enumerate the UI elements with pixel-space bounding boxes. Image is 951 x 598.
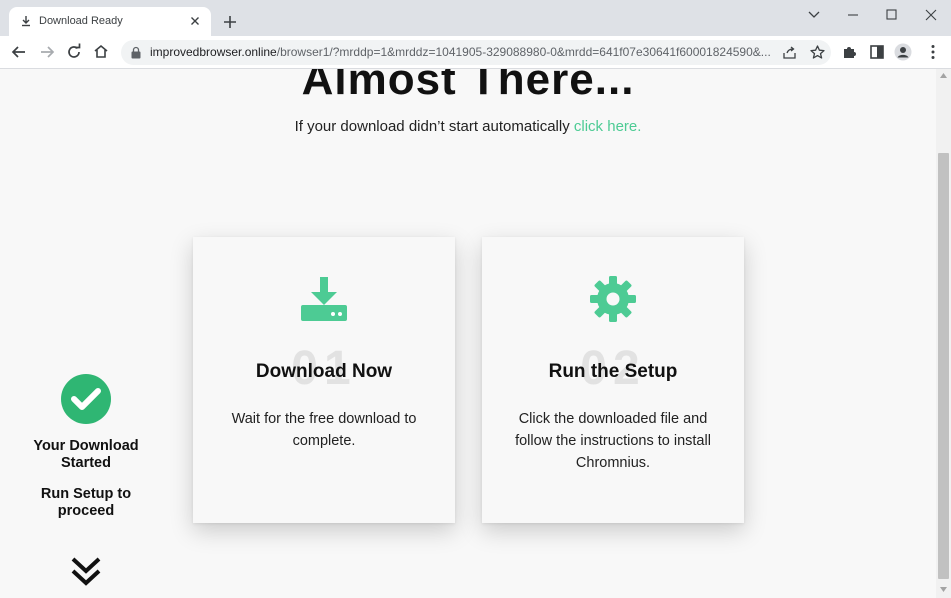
scroll-down-arrow-icon[interactable]	[940, 587, 947, 592]
download-icon	[22, 16, 30, 27]
check-circle-icon	[61, 374, 111, 424]
subline-text: If your download didn’t start automatica…	[294, 118, 574, 135]
download-icon	[301, 277, 347, 321]
page-headline: Almost There...	[301, 69, 635, 104]
menu-kebab-icon[interactable]	[924, 43, 942, 61]
home-icon[interactable]	[91, 42, 111, 62]
web-page: Almost There... If your download didn’t …	[0, 69, 936, 598]
step-description: Click the downloaded file and follow the…	[515, 411, 711, 471]
back-arrow-icon[interactable]	[9, 42, 29, 62]
reload-icon[interactable]	[64, 42, 84, 62]
new-tab-icon[interactable]	[220, 12, 240, 32]
offscreen-text-fragment	[450, 584, 820, 598]
page-scrollbar[interactable]	[936, 69, 951, 598]
step-card-setup: 02 Run the Setup Click the downloaded fi…	[482, 237, 744, 523]
address-bar[interactable]: improvedbrowser.online/browser1/?mrddp=1…	[121, 40, 831, 65]
forward-arrow-icon[interactable]	[37, 42, 57, 62]
tab-download-ready[interactable]: Download Ready	[9, 7, 211, 36]
side-panel-icon[interactable]	[868, 43, 886, 61]
lock-icon[interactable]	[130, 46, 142, 59]
step-title: Download Now	[255, 361, 393, 382]
minimize-icon[interactable]	[835, 4, 871, 26]
extensions-puzzle-icon[interactable]	[841, 43, 859, 61]
run-setup-text: Run Setup to proceed	[40, 486, 132, 519]
double-chevron-down-icon[interactable]	[68, 554, 104, 588]
profile-avatar-icon[interactable]	[894, 43, 912, 61]
url-path: /browser1/?mrddp=1&mrddz=1041905-3290889…	[276, 45, 771, 59]
browser-toolbar: improvedbrowser.online/browser1/?mrddp=1…	[0, 36, 951, 69]
tab-search-chevron-icon[interactable]	[796, 4, 832, 26]
window-close-icon[interactable]	[913, 4, 949, 26]
download-started-text: Your Download Started	[33, 438, 139, 471]
url-text[interactable]: improvedbrowser.online/browser1/?mrddp=1…	[150, 45, 775, 59]
step-card-download: 01 Download Now Wait for the free downlo…	[193, 237, 455, 523]
url-host: improvedbrowser.online	[150, 45, 277, 59]
scroll-up-arrow-icon[interactable]	[940, 73, 947, 78]
scrollbar-thumb[interactable]	[938, 153, 949, 579]
tab-strip: Download Ready	[0, 0, 951, 36]
step-title: Run the Setup	[548, 361, 678, 382]
gear-icon	[590, 276, 636, 322]
tab-title: Download Ready	[39, 15, 123, 27]
close-icon[interactable]	[187, 13, 203, 29]
maximize-icon[interactable]	[873, 4, 909, 26]
bookmark-star-icon[interactable]	[809, 44, 826, 61]
click-here-link[interactable]: click here.	[574, 118, 642, 135]
step-description: Wait for the free download to complete.	[231, 411, 417, 449]
page-subline: If your download didn’t start automatica…	[0, 118, 936, 135]
share-icon[interactable]	[781, 44, 798, 61]
